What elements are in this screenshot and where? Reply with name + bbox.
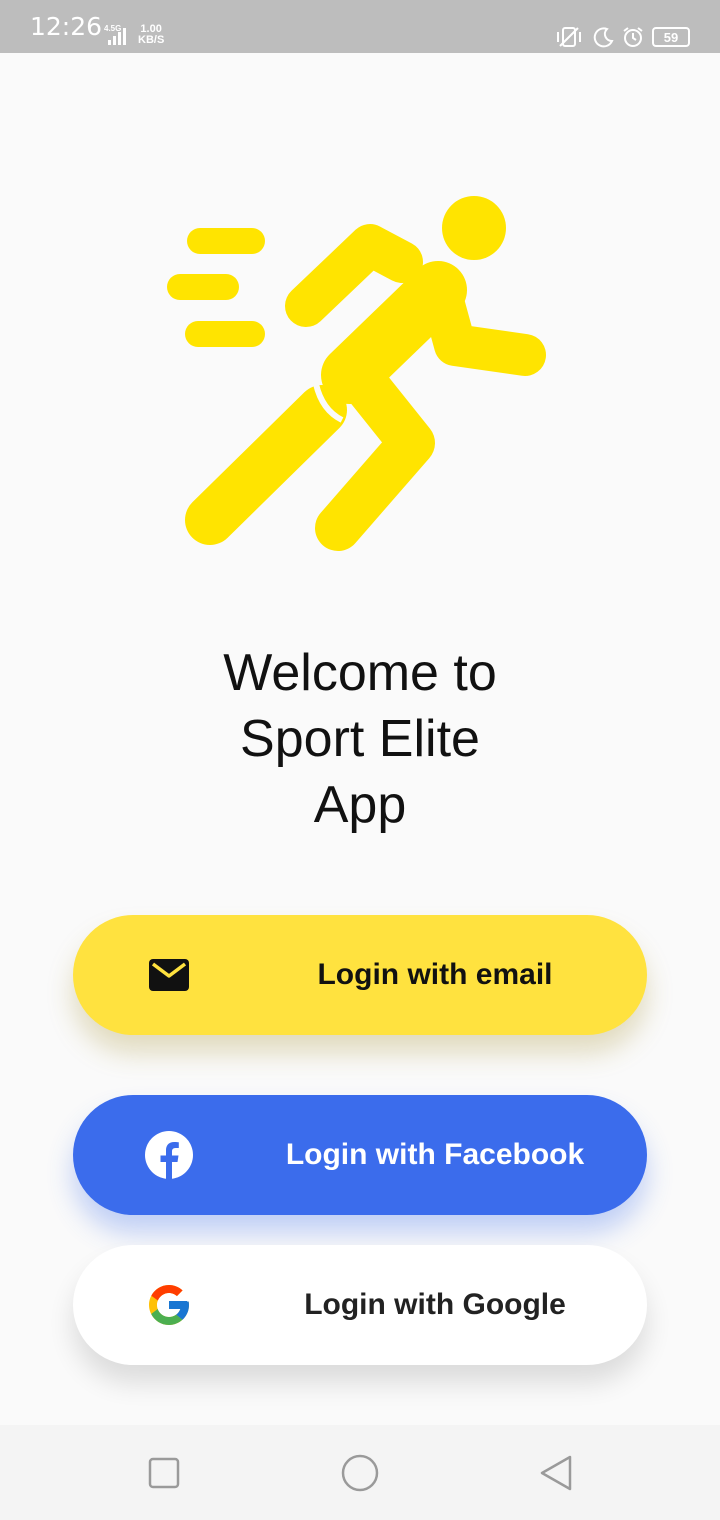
battery-icon: 59 [652, 27, 690, 47]
speed-unit: KB/S [138, 34, 165, 46]
network-speed: 1.00 KB/S [138, 24, 164, 46]
welcome-line-3: App [313, 776, 407, 834]
mail-icon [145, 951, 193, 999]
recents-square-icon[interactable] [140, 1449, 188, 1497]
google-icon [145, 1281, 193, 1329]
back-triangle-icon[interactable] [532, 1449, 580, 1497]
running-man-logo [167, 196, 546, 551]
alarm-icon [623, 27, 643, 47]
facebook-icon [145, 1131, 193, 1179]
login-google-button[interactable]: Login with Google [73, 1245, 647, 1365]
navigation-bar [0, 1425, 720, 1520]
signal-icon [108, 28, 126, 45]
login-email-button[interactable]: Login with email [73, 915, 647, 1035]
moon-icon [593, 27, 614, 48]
welcome-line-1: Welcome to [223, 644, 497, 702]
login-facebook-label: Login with Facebook [285, 1138, 585, 1171]
status-bar: 12:26 4.5G 1.00 KB/S 59 [0, 0, 720, 53]
login-facebook-button[interactable]: Login with Facebook [73, 1095, 647, 1215]
status-icons: 59 [554, 24, 690, 50]
vibrate-icon [557, 27, 581, 47]
welcome-line-2: Sport Elite [240, 710, 480, 768]
login-email-label: Login with email [317, 958, 553, 991]
status-time: 12:26 [30, 12, 103, 41]
home-circle-icon[interactable] [336, 1449, 384, 1497]
battery-level: 59 [663, 29, 679, 45]
login-google-label: Login with Google [304, 1288, 566, 1321]
welcome-heading: Welcome to Sport Elite App [0, 640, 720, 838]
